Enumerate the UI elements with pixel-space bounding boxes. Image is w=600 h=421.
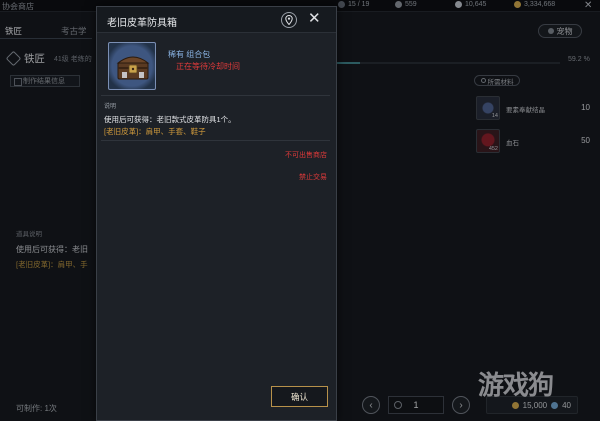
no-trade-flag: 禁止交易 bbox=[299, 174, 327, 181]
item-rarity: 稀有 组合包 bbox=[168, 50, 211, 59]
divider bbox=[101, 140, 330, 141]
confirm-button[interactable]: 确认 bbox=[271, 386, 328, 407]
not-sellable-flag: 不可出售商店 bbox=[285, 152, 327, 159]
description-label: 说明 bbox=[104, 104, 117, 110]
confirm-button-label: 确认 bbox=[290, 391, 308, 402]
divider bbox=[101, 95, 330, 96]
item-tooltip-popup: 老旧皮革防具箱 ✕ 稀有 组合包 正在等待冷却时间 说明 使用后可获得：老旧款式… bbox=[96, 6, 337, 421]
item-icon bbox=[108, 42, 156, 90]
description-contents: [老旧皮革]：肩甲、手套、鞋子 bbox=[104, 127, 206, 136]
pin-icon bbox=[285, 15, 293, 25]
pin-button[interactable] bbox=[281, 12, 297, 28]
popup-title: 老旧皮革防具箱 bbox=[107, 18, 177, 29]
chest-icon bbox=[116, 56, 150, 80]
cooldown-status: 正在等待冷却时间 bbox=[176, 62, 240, 71]
close-icon[interactable]: ✕ bbox=[308, 10, 321, 28]
description-text: 使用后可获得：老旧款式皮革防具1个。 bbox=[104, 115, 236, 124]
popup-header: 老旧皮革防具箱 ✕ bbox=[97, 7, 336, 33]
